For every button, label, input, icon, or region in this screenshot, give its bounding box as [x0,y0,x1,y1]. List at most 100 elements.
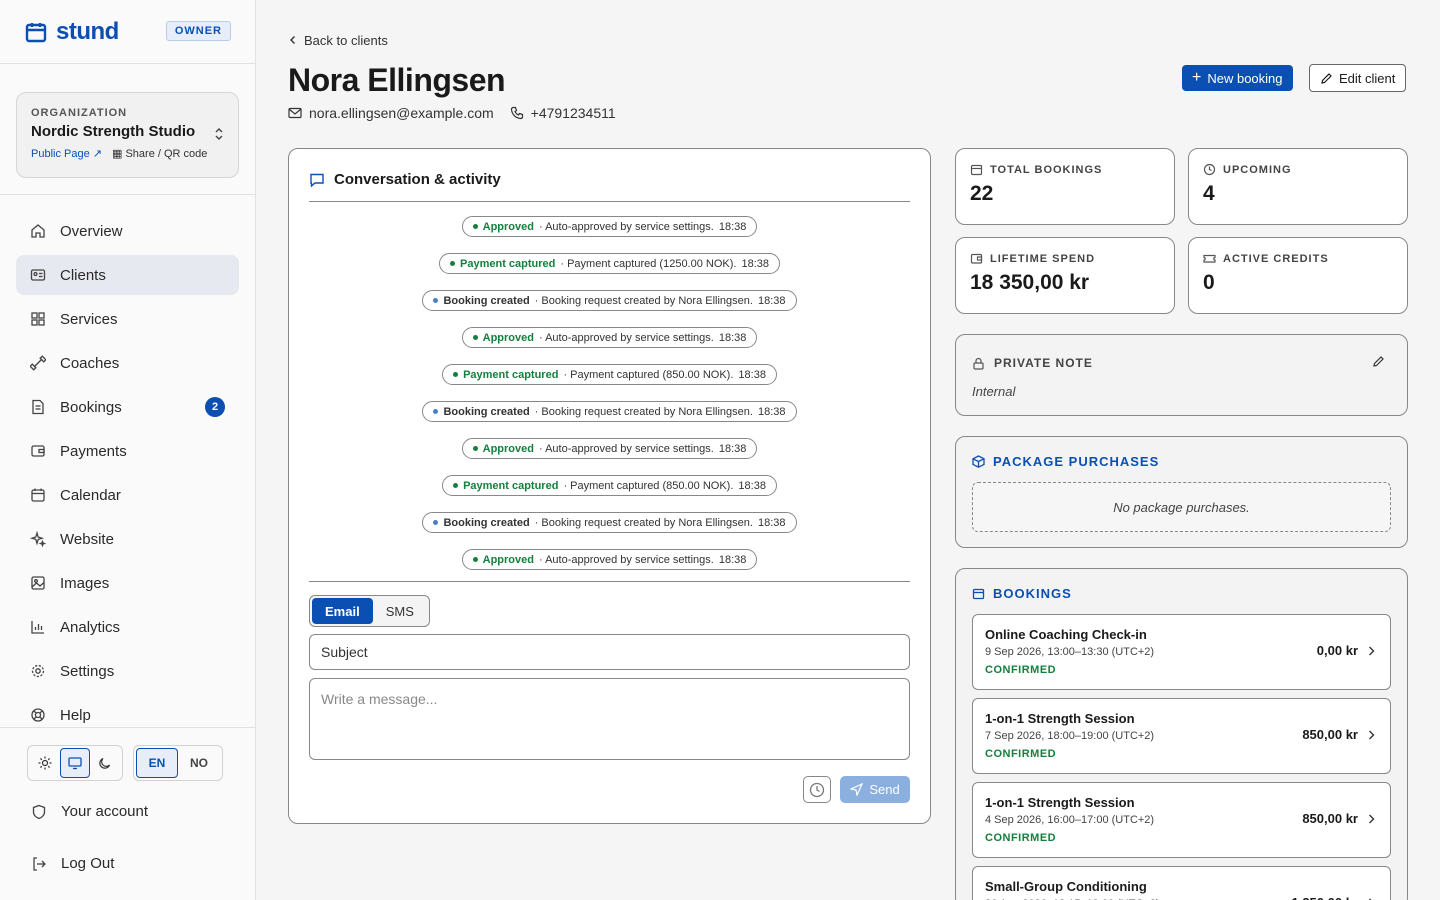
nav-item-calendar[interactable]: Calendar [16,475,239,515]
chevron-left-icon [288,33,298,48]
clock-icon [809,782,825,797]
booking-item[interactable]: Online Coaching Check-in 9 Sep 2026, 13:0… [972,614,1391,690]
event-kind: Approved [482,331,534,344]
nav-item-settings[interactable]: Settings [16,651,239,691]
clock-icon [1203,163,1216,176]
private-note-text: Internal [972,384,1016,399]
client-email[interactable]: nora.ellingsen@example.com [288,105,494,121]
calendar-icon [970,164,983,176]
event-description: · Payment captured (850.00 NOK). [563,479,734,492]
booking-status: CONFIRMED [985,664,1057,676]
light-theme-button[interactable] [30,748,60,778]
divider [309,201,910,202]
event-pill: Approved · Auto-approved by service setti… [461,216,758,237]
pencil-icon [1373,356,1384,367]
edit-client-button[interactable]: Edit client [1309,64,1407,92]
status-dot [433,298,439,303]
booking-item[interactable]: 1-on-1 Strength Session 7 Sep 2026, 18:00… [972,698,1391,774]
chart-icon [30,619,46,635]
brand-name: stund [56,17,119,45]
package-icon [972,455,985,468]
system-theme-button[interactable] [60,748,90,778]
nav-item-overview[interactable]: Overview [16,211,239,251]
event-kind: Booking created [443,516,530,529]
page-title: Nora Ellingsen [288,62,506,98]
logout-link[interactable]: Log Out [31,855,114,872]
booking-status: CONFIRMED [985,748,1057,760]
nav-item-analytics[interactable]: Analytics [16,607,239,647]
sparkle-icon [30,531,46,547]
chevron-right-icon [1366,644,1376,662]
empty-state: No package purchases. [972,482,1391,532]
chevron-up-down-icon [214,127,224,144]
nav-item-services[interactable]: Services [16,299,239,339]
wallet-icon [970,253,983,264]
calendar-icon [30,487,46,503]
client-contact: nora.ellingsen@example.com +4791234511 [288,105,616,121]
nav-item-images[interactable]: Images [16,563,239,603]
shield-icon [32,804,46,819]
public-page-link[interactable]: Public Page ↗ [31,147,102,160]
language-no-button[interactable]: NO [178,748,220,778]
brand-logo[interactable]: stund [24,18,119,46]
message-input[interactable]: Write a message... [309,678,910,760]
event-description: · Auto-approved by service settings. [538,331,714,344]
lock-icon [973,357,984,370]
stat-value: 0 [1203,271,1215,294]
booking-status: CONFIRMED [985,832,1057,844]
booking-item[interactable]: 1-on-1 Strength Session 4 Sep 2026, 16:00… [972,782,1391,858]
nav-item-bookings[interactable]: Bookings 2 [16,387,239,427]
dark-theme-button[interactable] [90,748,120,778]
divider [309,581,910,582]
event-description: · Auto-approved by service settings. [538,442,714,455]
nav-item-website[interactable]: Website [16,519,239,559]
organization-name: Nordic Strength Studio [31,123,196,140]
organization-label: ORGANIZATION [31,107,128,119]
activity-event: Payment captured · Payment captured (850.… [309,364,910,386]
schedule-button[interactable] [803,776,831,803]
event-kind: Approved [482,553,534,566]
bookings-count-badge: 2 [205,397,225,417]
event-kind: Payment captured [460,257,556,270]
activity-event: Approved · Auto-approved by service setti… [309,327,910,349]
booking-title: Small-Group Conditioning [985,879,1147,894]
edit-note-button[interactable] [1372,355,1385,373]
language-en-button[interactable]: EN [136,748,178,778]
status-dot [433,520,439,525]
tab-sms[interactable]: SMS [373,598,427,624]
event-kind: Payment captured [463,368,559,381]
booking-title: 1-on-1 Strength Session [985,711,1135,726]
event-description: · Booking request created by Nora Elling… [534,294,753,307]
event-description: · Booking request created by Nora Elling… [534,405,753,418]
share-qr-link[interactable]: ▦ Share / QR code [112,147,207,160]
activity-event: Approved · Auto-approved by service setti… [309,216,910,238]
nav-item-coaches[interactable]: Coaches [16,343,239,383]
chat-bubble-icon [310,173,324,188]
new-booking-button[interactable]: + New booking [1182,65,1293,91]
stat-value: 4 [1203,182,1215,205]
event-time: 18:38 [741,257,769,270]
mail-icon [288,107,302,119]
external-link-icon: ↗ [92,148,102,160]
status-dot [450,261,455,266]
stat-total-bookings: TOTAL BOOKINGS 22 [955,148,1175,225]
subject-input[interactable]: Subject [309,634,910,670]
back-to-clients-link[interactable]: Back to clients [288,33,388,48]
your-account-link[interactable]: Your account [31,803,148,820]
chevron-right-icon [1366,728,1376,746]
nav-item-clients[interactable]: Clients [16,255,239,295]
wallet-icon [30,443,46,459]
status-dot [433,409,439,414]
lifebuoy-icon [30,707,46,723]
nav-item-payments[interactable]: Payments [16,431,239,471]
client-phone[interactable]: +4791234511 [510,105,616,121]
booking-item[interactable]: Small-Group Conditioning26 Aug 2026, 12:… [972,866,1391,900]
organization-switcher[interactable]: ORGANIZATION Nordic Strength Studio Publ… [16,92,239,178]
main-nav: Overview Clients Services Coaches Bookin… [0,195,255,735]
status-dot [472,224,478,229]
tab-email[interactable]: Email [312,598,373,624]
send-button[interactable]: Send [840,776,910,803]
event-description: · Auto-approved by service settings. [538,553,714,566]
event-pill: Booking created · Booking request created… [422,290,797,311]
stat-lifetime-spend: LIFETIME SPEND 18 350,00 kr [955,237,1175,314]
